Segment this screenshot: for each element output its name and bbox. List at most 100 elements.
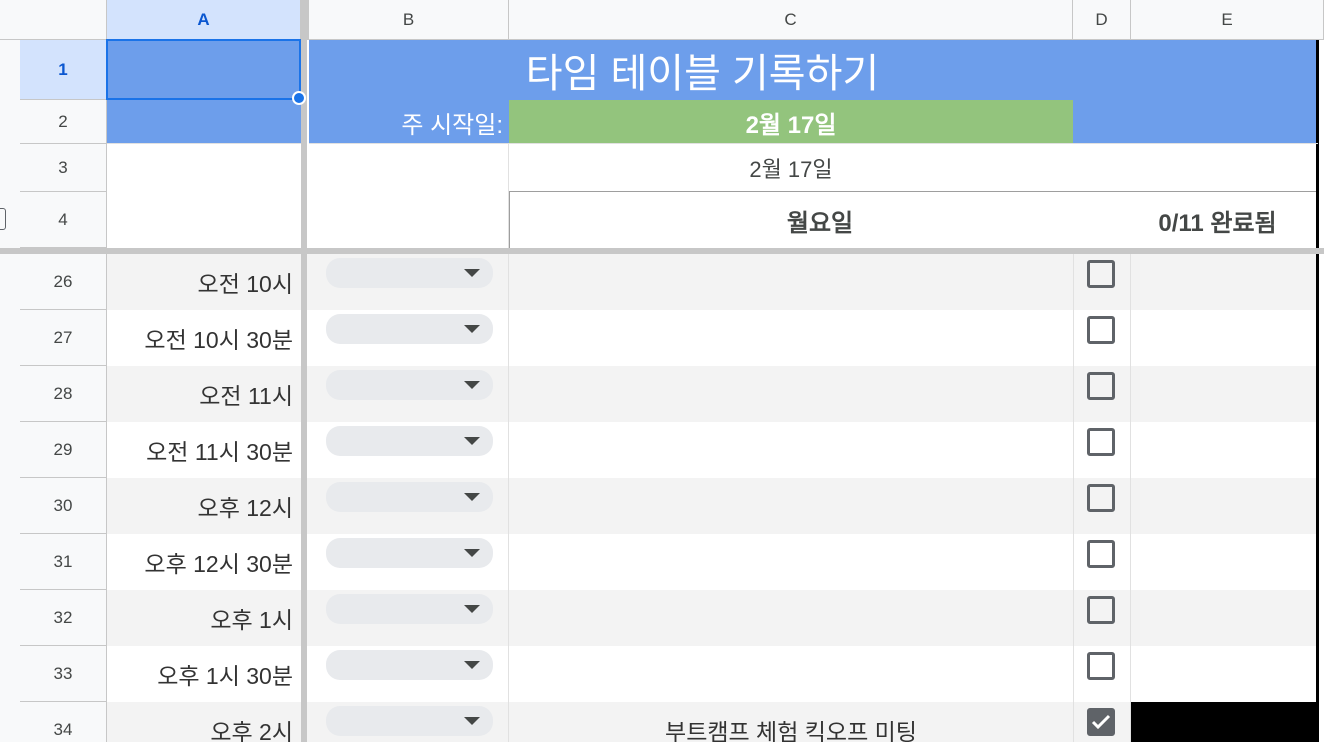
category-dropdown[interactable] (326, 706, 493, 736)
task-cell[interactable] (509, 310, 1073, 366)
row-header[interactable]: 28 (20, 366, 107, 422)
extra-cell[interactable] (1131, 254, 1316, 310)
category-dropdown[interactable] (326, 650, 493, 680)
task-cell[interactable] (509, 590, 1073, 646)
check-icon (1091, 714, 1111, 730)
column-header-b[interactable]: B (309, 0, 509, 40)
row-header[interactable]: 31 (20, 534, 107, 590)
row-header[interactable]: 27 (20, 310, 107, 366)
cell-selection-a1[interactable] (106, 39, 301, 100)
task-cell[interactable] (509, 534, 1073, 590)
task-cell[interactable] (509, 478, 1073, 534)
category-dropdown[interactable] (326, 594, 493, 624)
category-cell[interactable] (307, 590, 509, 646)
chevron-down-icon (464, 381, 480, 389)
fill-handle[interactable] (292, 91, 306, 105)
checkbox-cell[interactable] (1073, 590, 1131, 646)
table-row: 34 오후 2시 부트캠프 체험 킥오프 미팅 (0, 702, 1324, 742)
row-header[interactable]: 26 (20, 254, 107, 310)
task-cell[interactable] (509, 422, 1073, 478)
category-dropdown[interactable] (326, 538, 493, 568)
time-cell[interactable]: 오후 1시 30분 (107, 646, 301, 702)
extra-cell[interactable] (1131, 646, 1316, 702)
category-dropdown[interactable] (326, 426, 493, 456)
category-dropdown[interactable] (326, 370, 493, 400)
column-header-a[interactable]: A (107, 0, 301, 40)
row-number: 3 (58, 157, 68, 177)
extra-cell[interactable] (1131, 534, 1316, 590)
row-header[interactable]: 34 (20, 702, 107, 742)
checkbox[interactable] (1087, 428, 1115, 456)
row-header[interactable]: 33 (20, 646, 107, 702)
checkbox[interactable] (1087, 596, 1115, 624)
category-dropdown[interactable] (326, 258, 493, 288)
time-cell[interactable]: 오후 2시 (107, 702, 301, 742)
row-number: 26 (53, 271, 73, 291)
checkbox-cell[interactable] (1073, 422, 1131, 478)
row-header-4[interactable]: 4 (20, 192, 107, 248)
row-header-2[interactable]: 2 (20, 100, 107, 144)
time-cell[interactable]: 오전 11시 30분 (107, 422, 301, 478)
row-gutter (0, 254, 20, 310)
column-header-e[interactable]: E (1131, 0, 1324, 40)
row-header-3[interactable]: 3 (20, 144, 107, 192)
category-dropdown[interactable] (326, 482, 493, 512)
extra-cell[interactable] (1131, 310, 1316, 366)
checkbox[interactable] (1087, 316, 1115, 344)
category-cell[interactable] (307, 366, 509, 422)
checkbox[interactable] (1087, 540, 1115, 568)
time-cell[interactable]: 오전 10시 30분 (107, 310, 301, 366)
chevron-down-icon (464, 437, 480, 445)
category-cell[interactable] (307, 702, 509, 742)
extra-cell[interactable] (1131, 590, 1316, 646)
extra-cell[interactable] (1131, 422, 1316, 478)
extra-cell[interactable] (1131, 702, 1316, 742)
row-header-1[interactable]: 1 (20, 40, 107, 100)
checkbox-cell[interactable] (1073, 366, 1131, 422)
task-cell[interactable] (509, 646, 1073, 702)
task-cell[interactable]: 부트캠프 체험 킥오프 미팅 (509, 702, 1073, 742)
task-cell[interactable] (509, 254, 1073, 310)
column-header-d[interactable]: D (1073, 0, 1131, 40)
checkbox-checked[interactable] (1087, 708, 1115, 736)
group-toggle-icon[interactable] (0, 208, 6, 230)
extra-cell[interactable] (1131, 366, 1316, 422)
time-cell[interactable]: 오전 11시 (107, 366, 301, 422)
column-header-c[interactable]: C (509, 0, 1073, 40)
row-header[interactable]: 30 (20, 478, 107, 534)
divider (509, 192, 510, 248)
checkbox-cell[interactable] (1073, 478, 1131, 534)
category-cell[interactable] (307, 310, 509, 366)
checkbox[interactable] (1087, 260, 1115, 288)
time-cell[interactable]: 오후 1시 (107, 590, 301, 646)
category-cell[interactable] (307, 534, 509, 590)
category-cell[interactable] (307, 422, 509, 478)
chevron-down-icon (464, 549, 480, 557)
column-label: D (1095, 9, 1108, 29)
category-cell[interactable] (307, 478, 509, 534)
checkbox-cell[interactable] (1073, 646, 1131, 702)
time-cell[interactable]: 오후 12시 30분 (107, 534, 301, 590)
checkbox[interactable] (1087, 372, 1115, 400)
gridline (107, 143, 301, 144)
time-cell[interactable]: 오후 12시 (107, 478, 301, 534)
task-cell[interactable] (509, 366, 1073, 422)
day-name: 월요일 (786, 209, 854, 237)
column-freeze-handle[interactable] (301, 0, 309, 40)
checkbox-cell[interactable] (1073, 534, 1131, 590)
checkbox-cell[interactable] (1073, 254, 1131, 310)
extra-cell[interactable] (1131, 478, 1316, 534)
category-cell[interactable] (307, 646, 509, 702)
category-cell[interactable] (307, 254, 509, 310)
checkbox[interactable] (1087, 652, 1115, 680)
checkbox[interactable] (1087, 484, 1115, 512)
week-start-date[interactable]: 2월 17일 (509, 100, 1073, 144)
category-dropdown[interactable] (326, 314, 493, 344)
select-all-corner[interactable] (0, 0, 107, 40)
time-cell[interactable]: 오전 10시 (107, 254, 301, 310)
checkbox-cell[interactable] (1073, 702, 1131, 742)
row-header[interactable]: 32 (20, 590, 107, 646)
chevron-down-icon (464, 269, 480, 277)
row-header[interactable]: 29 (20, 422, 107, 478)
checkbox-cell[interactable] (1073, 310, 1131, 366)
